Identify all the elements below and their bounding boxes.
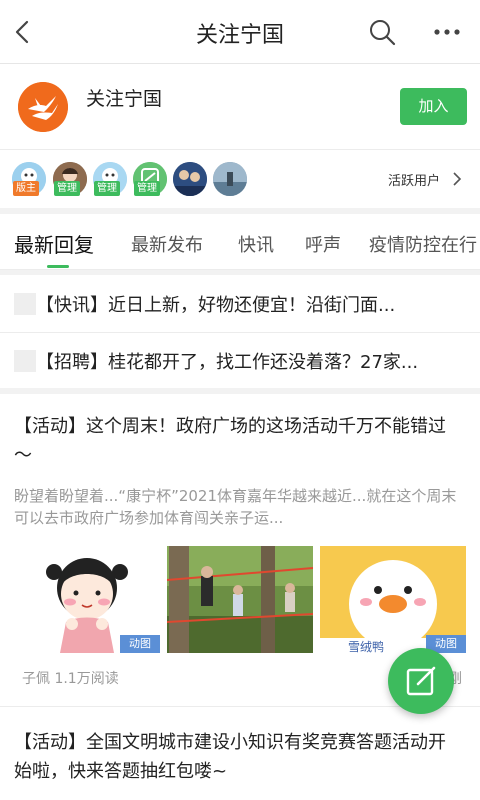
more-horizontal-icon[interactable] bbox=[430, 18, 464, 46]
tab-news[interactable]: 快讯 bbox=[238, 231, 274, 257]
post-title[interactable]: 【活动】全国文明城市建设小知识有奖竞赛答题活动开始啦，快来答题抽红包喽~ bbox=[14, 728, 454, 786]
park-activity-photo bbox=[167, 546, 313, 653]
post-title[interactable]: 【活动】这个周末！政府广场的这场活动千万不能错过～ bbox=[14, 412, 454, 470]
tab-latest-posts[interactable]: 最新发布 bbox=[131, 231, 203, 257]
chevron-right-icon bbox=[453, 172, 462, 186]
role-badge: 管理 bbox=[94, 181, 120, 196]
join-button[interactable]: 加入 bbox=[400, 88, 467, 125]
pinned-thumb bbox=[14, 350, 36, 372]
post-excerpt[interactable]: 盼望着盼望着...“康宁杯”2021体育嘉年华越来越近...就在这个周末可以去市… bbox=[14, 485, 464, 529]
app-screen: 关注宁国 关注宁国 加入 版主 管理 管理 管理 活跃用户 最新回复 最新发布 … bbox=[0, 0, 480, 800]
group-name: 关注宁国 bbox=[86, 88, 163, 110]
avatar-image bbox=[173, 162, 207, 196]
pinned-post[interactable]: 【招聘】桂花都开了，找工作还没着落？27家... bbox=[0, 332, 480, 390]
post-image[interactable] bbox=[167, 546, 313, 653]
duck-caption: 雪绒鸭 bbox=[348, 640, 384, 653]
gif-badge: 动图 bbox=[120, 635, 160, 653]
post-meta: 子佩 1.1万阅读 bbox=[22, 668, 119, 688]
compose-icon bbox=[406, 666, 436, 696]
page-title: 关注宁国 bbox=[195, 23, 284, 48]
members-row[interactable]: 版主 管理 管理 管理 活跃用户 bbox=[0, 150, 480, 208]
top-bar: 关注宁国 bbox=[0, 0, 480, 64]
pinned-thumb bbox=[14, 293, 36, 315]
post-author[interactable]: 子佩 bbox=[22, 671, 50, 687]
search-icon[interactable] bbox=[366, 16, 398, 48]
section-divider bbox=[0, 388, 480, 394]
active-users-link[interactable]: 活跃用户 bbox=[388, 170, 440, 189]
avatar[interactable] bbox=[173, 162, 207, 196]
group-card: 关注宁国 加入 bbox=[0, 64, 480, 150]
tab-latest-reply[interactable]: 最新回复 bbox=[14, 229, 94, 258]
role-badge: 管理 bbox=[134, 181, 160, 196]
role-badge: 版主 bbox=[13, 181, 39, 196]
pinned-post[interactable]: 【快讯】近日上新，好物还便宜！沿街门面... bbox=[0, 275, 480, 333]
group-logo[interactable] bbox=[18, 82, 68, 132]
pinned-post-title: 【快讯】近日上新，好物还便宜！沿街门面... bbox=[36, 295, 396, 316]
chevron-left-icon[interactable] bbox=[8, 16, 40, 48]
pinned-post-title: 【招聘】桂花都开了，找工作还没着落？27家... bbox=[36, 352, 419, 373]
post-image[interactable]: 动图 bbox=[14, 546, 160, 653]
group-logo-icon bbox=[18, 82, 68, 132]
avatar-image bbox=[213, 162, 247, 196]
role-badge: 管理 bbox=[54, 181, 80, 196]
post-image[interactable]: 雪绒鸭 动图 bbox=[320, 546, 466, 653]
tab-bar: 最新回复 最新发布 快讯 呼声 疫情防控在行 bbox=[0, 214, 480, 270]
avatar[interactable] bbox=[213, 162, 247, 196]
active-tab-indicator bbox=[47, 265, 69, 268]
tab-voices[interactable]: 呼声 bbox=[305, 231, 341, 257]
tab-epidemic[interactable]: 疫情防控在行 bbox=[369, 231, 477, 257]
compose-button[interactable] bbox=[388, 648, 454, 714]
post-views: 1.1万阅读 bbox=[54, 671, 119, 687]
